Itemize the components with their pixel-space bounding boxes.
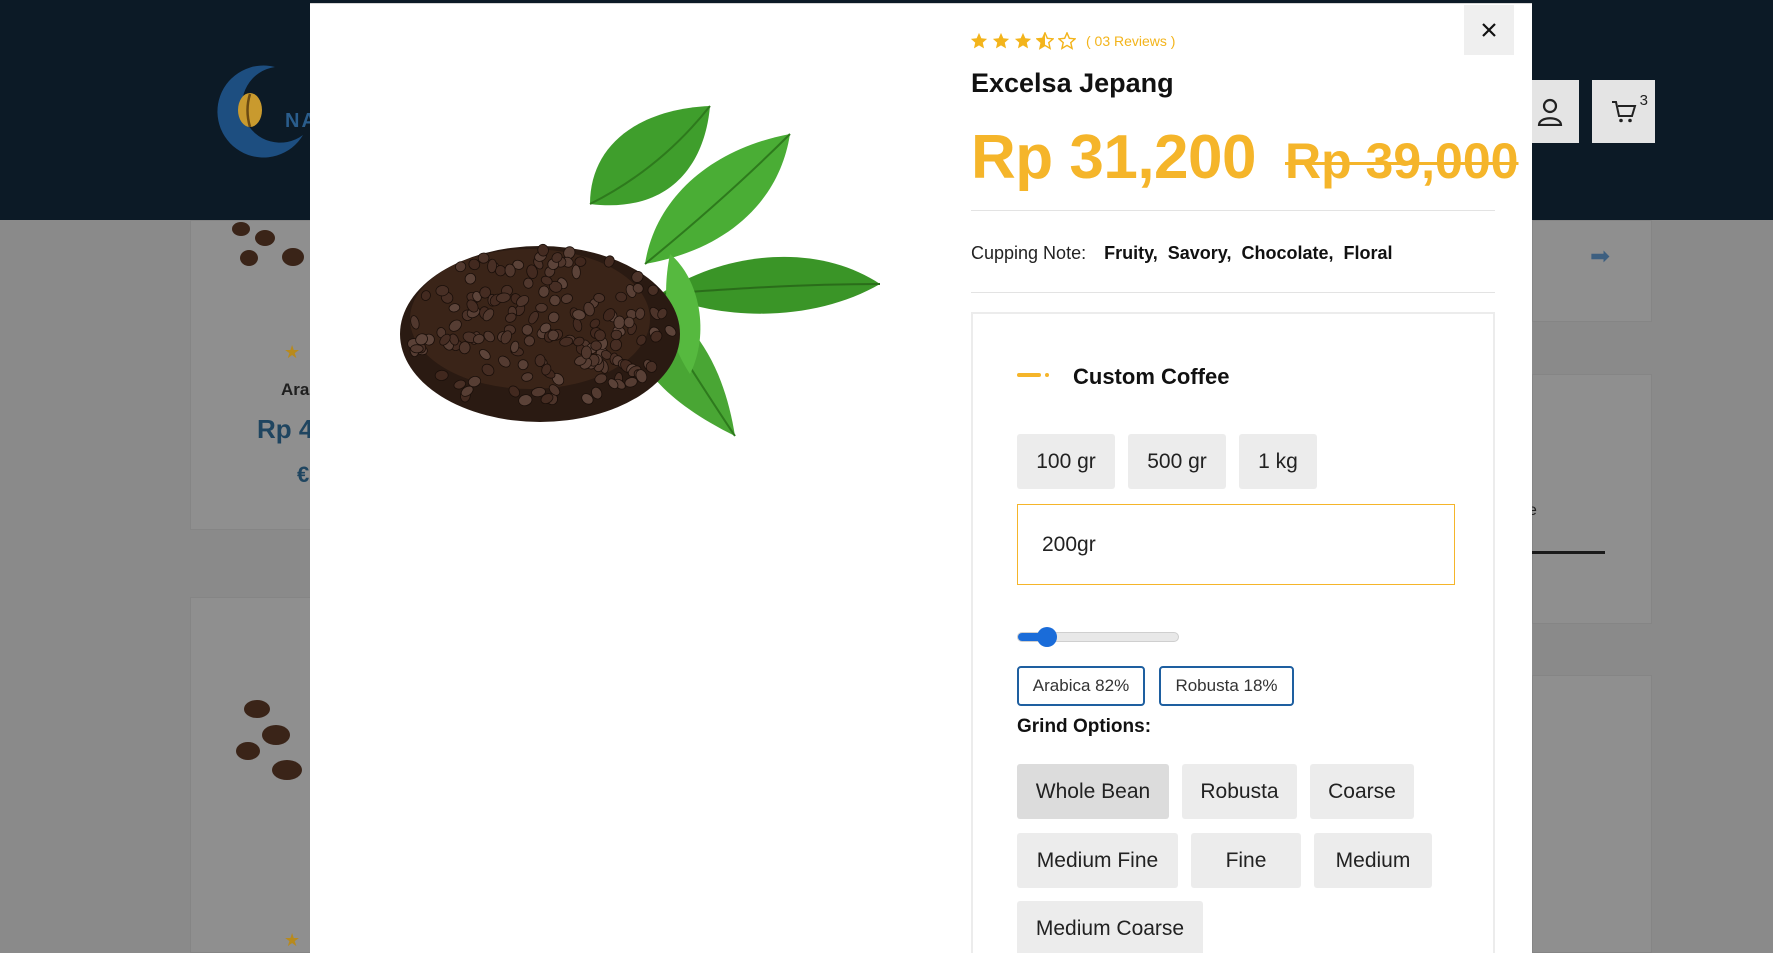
product-image xyxy=(400,105,881,437)
star-empty-icon xyxy=(1058,32,1076,50)
cupping-note: Fruity, xyxy=(1104,243,1158,263)
grind-option-medium[interactable]: Medium xyxy=(1314,833,1432,888)
product-card[interactable] xyxy=(1532,374,1652,624)
cupping-note: Chocolate, xyxy=(1241,243,1334,263)
bean-image xyxy=(255,230,275,246)
divider xyxy=(971,292,1495,293)
weight-option-500gr[interactable]: 500 gr xyxy=(1128,434,1226,489)
product-card-name: Ara xyxy=(281,380,310,399)
custom-coffee-title: Custom Coffee xyxy=(1073,364,1230,389)
weight-option-100gr[interactable]: 100 gr xyxy=(1017,434,1115,489)
grind-option-medium-fine[interactable]: Medium Fine xyxy=(1017,833,1178,888)
price-old: Rp 39,000 xyxy=(1285,133,1519,189)
close-icon xyxy=(1482,23,1496,37)
product-card[interactable] xyxy=(190,597,320,953)
product-title: Excelsa Jepang xyxy=(971,68,1174,98)
grind-option-fine[interactable]: Fine xyxy=(1191,833,1301,888)
cart-button[interactable]: 3 xyxy=(1592,80,1655,143)
robusta-ratio-badge: Robusta 18% xyxy=(1159,666,1294,706)
bean-image xyxy=(262,725,290,745)
price-current: Rp 31,200 xyxy=(971,123,1257,192)
cart-icon xyxy=(1611,100,1636,122)
grind-option-medium-coarse[interactable]: Medium Coarse xyxy=(1017,901,1203,953)
cupping-note: Floral xyxy=(1343,243,1393,263)
grind-options-label: Grind Options: xyxy=(1017,716,1152,737)
close-button[interactable] xyxy=(1464,5,1514,55)
arabica-ratio-badge: Arabica 82% xyxy=(1017,666,1145,706)
star-icon: ★ xyxy=(284,342,301,362)
product-card[interactable] xyxy=(1532,675,1652,953)
weight-option-1kg[interactable]: 1 kg xyxy=(1239,434,1317,489)
tab-underline xyxy=(1530,551,1605,554)
product-card[interactable] xyxy=(1532,220,1652,322)
star-icon xyxy=(992,32,1010,49)
bean-image xyxy=(282,248,304,266)
bean-image xyxy=(232,222,250,236)
product-rating: ( 03 Reviews ) xyxy=(970,32,1175,50)
blend-slider[interactable] xyxy=(1017,627,1179,647)
product-card-icon: € xyxy=(297,462,310,487)
custom-coffee-panel: Custom Coffee 100 gr 500 gr 1 kg Arabica… xyxy=(971,312,1495,953)
bean-image xyxy=(240,250,258,266)
star-icon xyxy=(1014,32,1032,49)
cupping-notes: Cupping Note: Fruity, Savory, Chocolate,… xyxy=(971,243,1402,264)
bean-image xyxy=(244,700,270,718)
arrow-right-icon[interactable]: ➡ xyxy=(1590,242,1610,271)
custom-weight-input[interactable] xyxy=(1017,504,1455,585)
user-icon xyxy=(1537,98,1563,126)
cart-count-badge: 3 xyxy=(1639,92,1648,109)
star-half-icon xyxy=(1036,32,1054,50)
grind-option-whole-bean[interactable]: Whole Bean xyxy=(1017,764,1169,819)
title-accent-dot xyxy=(1045,373,1049,377)
grind-option-robusta[interactable]: Robusta xyxy=(1182,764,1297,819)
quick-view-modal: ( 03 Reviews ) Excelsa Jepang Rp 31,200 … xyxy=(310,3,1532,953)
star-icon: ★ xyxy=(284,930,301,950)
bean-image xyxy=(236,742,260,760)
blend-slider-thumb[interactable] xyxy=(1036,627,1057,647)
grind-option-coarse[interactable]: Coarse xyxy=(1310,764,1414,819)
star-icon xyxy=(970,32,988,49)
product-card-price: Rp 4 xyxy=(257,414,314,444)
cupping-note: Savory, xyxy=(1167,243,1232,263)
divider xyxy=(971,210,1495,211)
cupping-note-label: Cupping Note: xyxy=(971,243,1087,263)
title-accent-dash xyxy=(1017,373,1041,377)
bean-image xyxy=(272,760,302,780)
reviews-link[interactable]: ( 03 Reviews ) xyxy=(1086,33,1175,49)
coffee-bean-pile-icon xyxy=(400,243,680,422)
